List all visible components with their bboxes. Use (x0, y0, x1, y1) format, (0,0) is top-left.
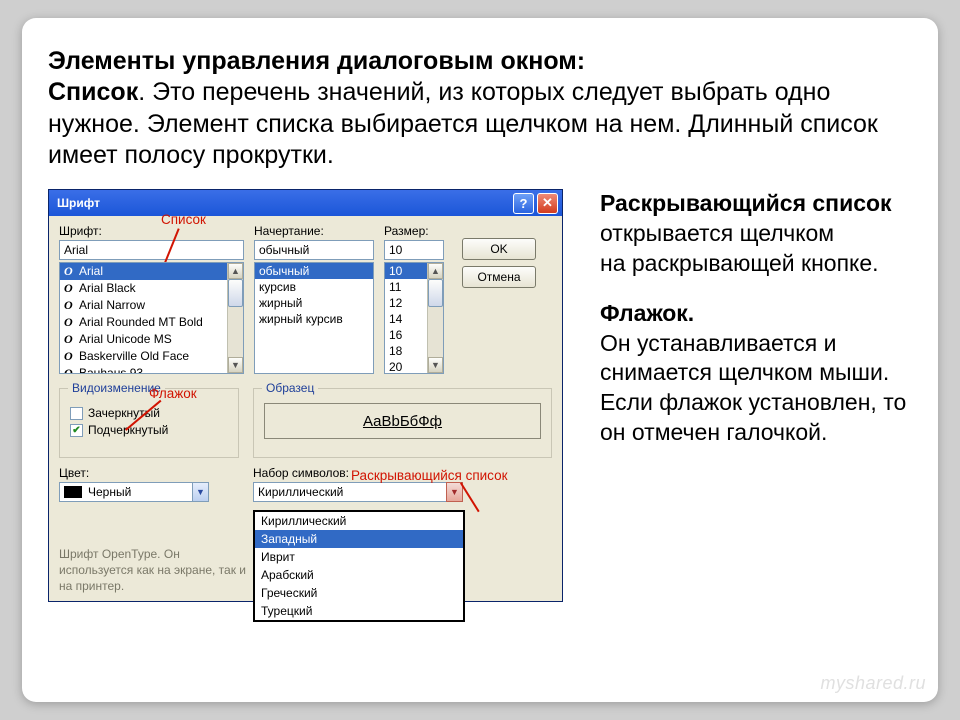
scroll-thumb[interactable] (428, 279, 443, 307)
headline-rest: . Это перечень значений, из которых след… (48, 78, 878, 169)
charset-open-list[interactable]: Кириллический Западный Иврит Арабский Гр… (253, 510, 465, 622)
color-swatch (64, 486, 82, 498)
label-style: Начертание: (254, 224, 374, 238)
label-underline: Подчеркнутый (88, 423, 168, 437)
legend-mod: Видоизменение (68, 381, 165, 395)
size-input[interactable] (384, 240, 444, 260)
group-modification: Видоизменение Зачеркнутый ✔ Подчеркнутый (59, 388, 239, 458)
headline-bold-2: Список (48, 78, 138, 106)
label-font: Шрифт: (59, 224, 244, 238)
scroll-down-icon[interactable]: ▼ (428, 357, 443, 373)
chevron-down-icon[interactable]: ▼ (446, 482, 463, 502)
font-listbox[interactable]: OArial OArial Black OArial Narrow OArial… (59, 262, 244, 374)
scroll-thumb[interactable] (228, 279, 243, 307)
cancel-button[interactable]: Отмена (462, 266, 536, 288)
font-scrollbar[interactable]: ▲ ▼ (227, 263, 243, 373)
label-charset: Набор символов: (253, 466, 349, 480)
watermark: myshared.ru (820, 673, 926, 694)
group-sample: Образец АаВbБбФф (253, 388, 552, 458)
p1-bold: Раскрывающийся список (600, 190, 892, 216)
titlebar: Шрифт ? ✕ (49, 190, 562, 216)
slide: Элементы управления диалоговым окном: Сп… (22, 18, 938, 702)
charset-dropdown[interactable]: Кириллический ▼ (253, 482, 463, 502)
style-listbox[interactable]: обычный курсив жирный жирный курсив (254, 262, 374, 374)
sample-preview: АаВbБбФф (264, 403, 541, 439)
font-input[interactable] (59, 240, 244, 260)
chevron-down-icon[interactable]: ▼ (192, 482, 209, 502)
scroll-up-icon[interactable]: ▲ (428, 263, 443, 279)
color-dropdown[interactable]: Черный ▼ (59, 482, 209, 502)
dialog-title: Шрифт (57, 196, 100, 210)
size-listbox[interactable]: 10 11 12 14 16 18 20 ▲ ▼ (384, 262, 444, 374)
right-text: Раскрывающийся список открывается щелчко… (600, 189, 912, 602)
font-dialog: Шрифт ? ✕ Список Шрифт: OArial (48, 189, 563, 602)
label-size: Размер: (384, 224, 444, 238)
checkbox-underline[interactable]: ✔ (70, 424, 83, 437)
checkbox-strike[interactable] (70, 407, 83, 420)
label-color: Цвет: (59, 466, 89, 480)
dialog-footer-note: Шрифт OpenType. Он используется как на э… (59, 546, 249, 595)
close-button[interactable]: ✕ (537, 193, 558, 214)
ok-button[interactable]: OK (462, 238, 536, 260)
scroll-up-icon[interactable]: ▲ (228, 263, 243, 279)
size-scrollbar[interactable]: ▲ ▼ (427, 263, 443, 373)
legend-sample: Образец (262, 381, 318, 395)
style-input[interactable] (254, 240, 374, 260)
label-strike: Зачеркнутый (88, 406, 160, 420)
headline: Элементы управления диалоговым окном: Сп… (48, 46, 912, 171)
scroll-down-icon[interactable]: ▼ (228, 357, 243, 373)
p2-bold: Флажок. (600, 300, 694, 326)
headline-bold-1: Элементы управления диалоговым окном: (48, 47, 585, 75)
help-button[interactable]: ? (513, 193, 534, 214)
